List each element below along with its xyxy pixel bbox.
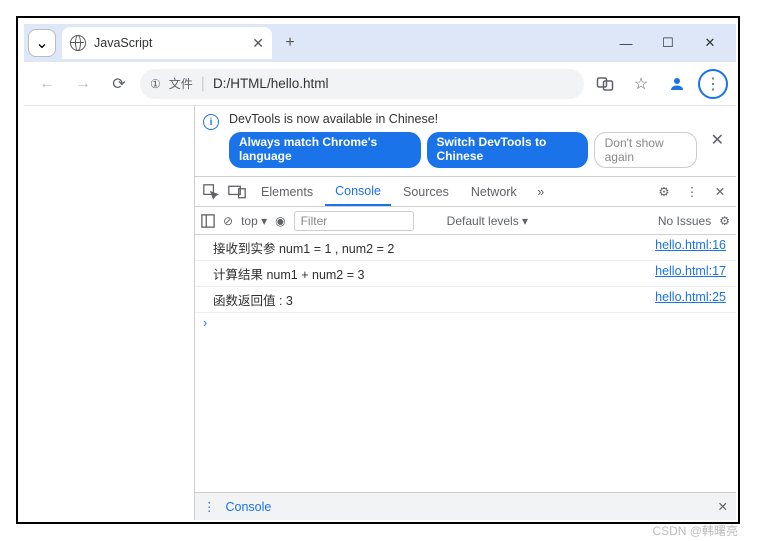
clear-console-icon[interactable]: ⊘ [223,214,233,228]
log-message: 计算结果 num1 + num2 = 3 [213,264,655,283]
dont-show-again-button[interactable]: Don't show again [594,132,697,168]
filter-input[interactable]: Filter [294,211,414,231]
inspect-element-icon[interactable] [199,184,223,200]
profile-icon[interactable] [662,69,692,99]
reload-button[interactable]: ⟳ [104,69,134,99]
info-icon: i [203,114,219,130]
console-log-row: 计算结果 num1 + num2 = 3 hello.html:17 [195,261,736,287]
console-log-row: 接收到实参 num1 = 1 , num2 = 2 hello.html:16 [195,235,736,261]
file-source-icon: ① [150,77,161,91]
window-maximize-button[interactable]: ☐ [648,29,688,57]
devtools-menu-icon[interactable]: ⋮ [680,184,704,199]
window-minimize-button[interactable]: — [606,29,646,57]
issues-indicator[interactable]: No Issues [658,214,711,228]
log-message: 接收到实参 num1 = 1 , num2 = 2 [213,238,655,257]
drawer-close-icon[interactable]: ✕ [718,499,728,514]
device-toolbar-icon[interactable] [225,185,249,199]
devtools-close-icon[interactable]: ✕ [708,184,732,199]
tab-elements[interactable]: Elements [251,179,323,205]
tab-network[interactable]: Network [461,179,527,205]
tab-search-dropdown[interactable]: ⌄ [28,29,56,57]
forward-button[interactable]: → [68,69,98,99]
back-button[interactable]: ← [32,69,62,99]
watermark: CSDN @韩曙亮 [652,522,738,539]
translate-icon[interactable] [590,69,620,99]
infobar-close-icon[interactable]: ✕ [707,130,728,150]
log-source-link[interactable]: hello.html:25 [655,290,726,309]
page-viewport [24,106,194,520]
browser-tab[interactable]: JavaScript ✕ [62,27,272,59]
browser-menu-button[interactable]: ⋮ [698,69,728,99]
url-text: D:/HTML/hello.html [213,76,574,91]
log-source-link[interactable]: hello.html:17 [655,264,726,283]
more-tabs-icon[interactable]: » [529,185,553,199]
context-selector[interactable]: top ▾ [241,214,267,228]
live-expression-icon[interactable]: ◉ [275,214,285,228]
log-source-link[interactable]: hello.html:16 [655,238,726,257]
console-log-area: 接收到实参 num1 = 1 , num2 = 2 hello.html:16 … [195,235,736,492]
always-match-language-button[interactable]: Always match Chrome's language [229,132,421,168]
tab-title: JavaScript [94,36,244,50]
console-prompt[interactable]: › [195,313,736,333]
drawer-tab-console[interactable]: Console [226,500,272,514]
tab-console[interactable]: Console [325,178,391,206]
log-levels-selector[interactable]: Default levels ▾ [447,214,528,228]
bookmark-star-icon[interactable]: ☆ [626,69,656,99]
close-tab-icon[interactable]: ✕ [252,35,264,52]
drawer-menu-icon[interactable]: ⋮ [203,499,216,514]
infobar-message: DevTools is now available in Chinese! [229,112,697,126]
console-sidebar-toggle-icon[interactable] [201,214,215,228]
settings-gear-icon[interactable]: ⚙ [652,184,676,199]
new-tab-button[interactable]: + [276,29,304,57]
console-log-row: 函数返回值 : 3 hello.html:25 [195,287,736,313]
console-settings-icon[interactable]: ⚙ [719,214,730,228]
file-source-label: 文件 [169,75,193,92]
chevron-down-icon: ⌄ [35,33,48,53]
tab-sources[interactable]: Sources [393,179,459,205]
log-message: 函数返回值 : 3 [213,290,655,309]
window-close-button[interactable]: ✕ [690,29,730,57]
language-infobar: i DevTools is now available in Chinese! … [195,106,736,177]
switch-to-chinese-button[interactable]: Switch DevTools to Chinese [427,132,588,168]
address-bar[interactable]: ① 文件 | D:/HTML/hello.html [140,69,584,99]
devtools-drawer: ⋮ Console ✕ [195,492,736,520]
devtools-panel: i DevTools is now available in Chinese! … [194,106,736,520]
globe-icon [70,35,86,51]
